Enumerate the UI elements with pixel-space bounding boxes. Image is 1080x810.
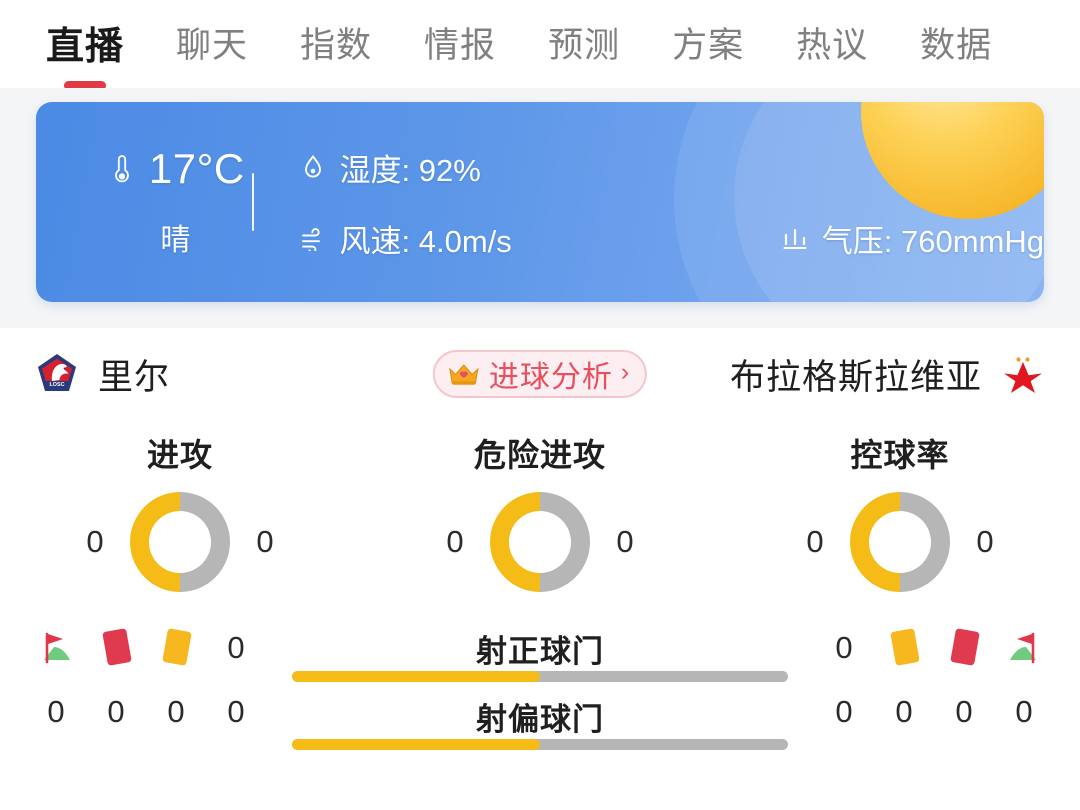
shots-on-target-home-value: 0 <box>227 630 245 665</box>
bar-stat-shots-off-target: 射偏球门 0 0 0 0 0 0 0 0 <box>0 694 1080 762</box>
home-corner-count: 0 <box>47 694 65 729</box>
donut-away-value: 0 <box>256 524 274 559</box>
svg-text:LOSC: LOSC <box>50 382 65 388</box>
donut-title: 进攻 <box>146 437 213 473</box>
crown-icon <box>447 360 481 388</box>
donut-chart <box>850 492 950 592</box>
shots-off-target-away-value: 0 <box>835 694 853 729</box>
goal-analysis-button[interactable]: 进球分析 › <box>432 350 648 398</box>
tab-qingbao[interactable]: 情报 <box>424 17 496 72</box>
donut-home-value: 0 <box>446 524 464 559</box>
home-event-icons: 0 <box>26 626 266 670</box>
away-event-icons: 0 <box>814 626 1054 670</box>
home-yellow-card-count: 0 <box>167 694 185 729</box>
bar-stats-section: 射正球门 0 0 射偏球门 0 0 0 0 0 0 0 0 <box>0 620 1080 762</box>
donut-chart <box>130 492 230 592</box>
weather-details: 湿度: 92% 风速: 4.0m/s 气压: 760mmHg <box>292 143 1044 261</box>
tab-shuju[interactable]: 数据 <box>920 17 992 72</box>
donut-hole <box>149 511 211 573</box>
bar-fill-home <box>292 739 540 750</box>
weather-condition: 晴 <box>160 224 192 257</box>
tab-label: 直播 <box>46 25 125 68</box>
shots-on-target-away-value: 0 <box>835 630 853 665</box>
away-red-card-count: 0 <box>955 694 973 729</box>
away-team[interactable]: 布拉格斯拉维亚 <box>730 349 1046 400</box>
donut-home-value: 0 <box>86 524 104 559</box>
away-team-name: 布拉格斯拉维亚 <box>729 357 982 397</box>
shots-off-target-home-value: 0 <box>227 694 245 729</box>
donut-stats-row: 进攻 0 0 危险进攻 0 0 控球率 0 0 <box>0 420 1080 620</box>
home-team[interactable]: LOSC 里尔 <box>34 349 170 400</box>
weather-primary: 17°C 晴 <box>106 145 246 259</box>
goal-analysis-label: 进球分析 <box>488 361 613 394</box>
bar-stat-shots-on-target: 射正球门 0 0 <box>0 626 1080 694</box>
match-live-page: 直播 聊天 指数 情报 预测 方案 热议 数据 17°C 晴 湿度: 92% 风… <box>0 0 1080 810</box>
yellow-card-icon <box>874 626 934 670</box>
top-tab-bar: 直播 聊天 指数 情报 预测 方案 热议 数据 <box>0 0 1080 88</box>
donut-stat-possession: 控球率 0 0 <box>720 430 1080 620</box>
bar-label: 射正球门 <box>476 634 604 669</box>
donut-away-value: 0 <box>976 524 994 559</box>
donut-hole <box>869 511 931 573</box>
donut-away-value: 0 <box>616 524 634 559</box>
active-tab-indicator <box>64 80 106 88</box>
tab-reyi[interactable]: 热议 <box>796 17 868 72</box>
slavia-prague-star-crest-icon <box>1000 351 1046 397</box>
tab-yuce[interactable]: 预测 <box>548 17 620 72</box>
donut-home-value: 0 <box>806 524 824 559</box>
water-drop-icon <box>298 152 328 184</box>
away-yellow-card-count: 0 <box>895 694 913 729</box>
losc-lille-crest-icon: LOSC <box>34 351 80 397</box>
pressure-icon <box>780 223 810 255</box>
bar-fill-home <box>292 671 540 682</box>
donut-title: 控球率 <box>850 437 950 473</box>
pressure-label: 气压: 760mmHg <box>821 224 1044 259</box>
humidity-label: 湿度: 92% <box>339 153 481 188</box>
tab-liaotian[interactable]: 聊天 <box>176 17 248 72</box>
shots-on-target-bar <box>292 671 788 682</box>
home-team-name: 里尔 <box>98 357 171 397</box>
donut-hole <box>509 511 571 573</box>
shots-off-target-bar <box>292 739 788 750</box>
team-header: LOSC 里尔 进球分析 › 布拉格斯拉维亚 <box>0 328 1080 420</box>
temperature-value: 17°C <box>148 145 245 192</box>
wind-icon <box>298 223 328 255</box>
wind-label: 风速: 4.0m/s <box>339 224 512 259</box>
chevron-right-icon: › <box>620 358 630 386</box>
home-event-values: 0 0 0 0 <box>26 694 266 730</box>
corner-flag-icon <box>26 628 86 668</box>
red-card-icon <box>934 626 994 670</box>
red-card-icon <box>86 626 146 670</box>
donut-stat-attack: 进攻 0 0 <box>0 430 360 620</box>
tab-fangan[interactable]: 方案 <box>672 17 744 72</box>
weather-card: 17°C 晴 湿度: 92% 风速: 4.0m/s 气压: 760mmHg <box>36 102 1044 302</box>
donut-chart <box>490 492 590 592</box>
away-corner-count: 0 <box>1015 694 1033 729</box>
bar-label: 射偏球门 <box>476 702 604 737</box>
tab-zhibo[interactable]: 直播 <box>46 15 125 88</box>
home-red-card-count: 0 <box>107 694 125 729</box>
thermometer-icon <box>107 153 137 185</box>
weather-divider <box>251 173 254 231</box>
away-event-values: 0 0 0 0 <box>814 694 1054 730</box>
corner-flag-icon <box>994 628 1054 668</box>
donut-stat-dangerous-attack: 危险进攻 0 0 <box>360 430 720 620</box>
donut-title: 危险进攻 <box>473 437 606 473</box>
yellow-card-icon <box>146 626 206 670</box>
weather-band: 17°C 晴 湿度: 92% 风速: 4.0m/s 气压: 760mmHg <box>0 88 1080 328</box>
tab-zhishu[interactable]: 指数 <box>300 17 372 72</box>
